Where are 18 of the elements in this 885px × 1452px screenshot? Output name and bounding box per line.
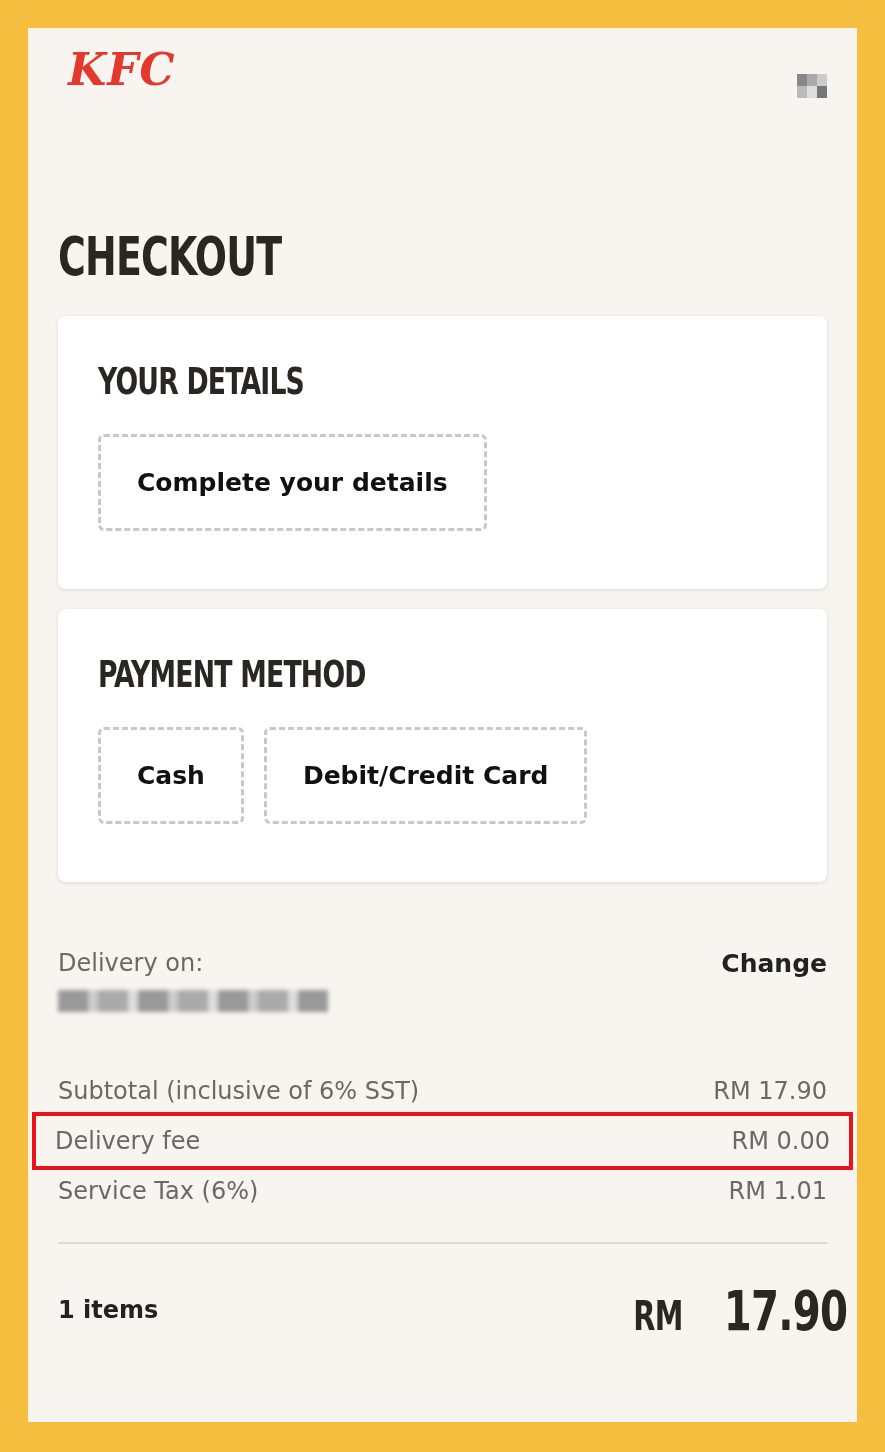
item-count: 1 items <box>58 1296 159 1324</box>
page-title: CHECKOUT <box>58 226 283 288</box>
summary-amount: RM 0.00 <box>731 1127 830 1155</box>
section-heading: YOUR DETAILS <box>98 358 305 405</box>
option-button[interactable]: Complete your details <box>98 434 487 531</box>
currency: RM <box>633 1292 683 1339</box>
summary-label: Delivery fee <box>55 1127 201 1155</box>
total-amount: 17.90 <box>723 1277 847 1343</box>
summary-label: Service Tax (6%) <box>58 1177 259 1205</box>
section-heading: PAYMENT METHOD <box>98 651 366 698</box>
change-link[interactable]: Change <box>721 948 827 978</box>
option-button[interactable]: Debit/Credit Card <box>263 727 588 824</box>
delivery-label: Delivery on: <box>58 949 204 977</box>
summary-amount: RM 1.01 <box>728 1177 827 1205</box>
option-button[interactable]: Cash <box>98 727 244 824</box>
summary-label: Subtotal (inclusive of 6% SST) <box>58 1077 420 1105</box>
logo[interactable]: KFC <box>68 44 176 96</box>
summary-amount: RM 17.90 <box>713 1077 827 1105</box>
